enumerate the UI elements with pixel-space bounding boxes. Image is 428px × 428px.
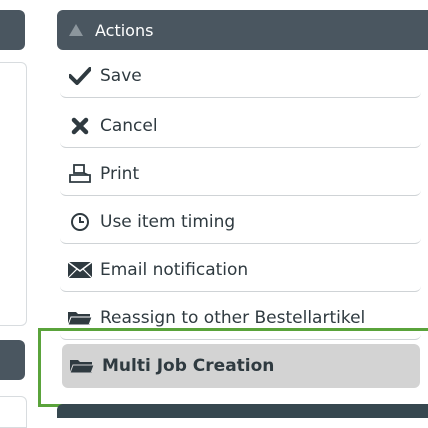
- clock-icon: [66, 211, 94, 233]
- cancel-action[interactable]: Cancel: [60, 104, 421, 148]
- print-label: Print: [100, 163, 140, 184]
- left-panel-tab-bottom[interactable]: [0, 340, 25, 380]
- left-panel-tab-top[interactable]: [0, 10, 25, 50]
- save-action[interactable]: Save: [60, 54, 421, 98]
- checkmark-icon: [66, 65, 94, 87]
- next-panel-header[interactable]: [57, 404, 428, 418]
- use-item-timing-action[interactable]: Use item timing: [60, 200, 421, 244]
- actions-title: Actions: [95, 20, 154, 40]
- reassign-label: Reassign to other Bestellartikel: [100, 307, 366, 328]
- selection-highlight: [38, 328, 428, 407]
- x-icon: [66, 115, 94, 137]
- use-item-timing-label: Use item timing: [100, 211, 236, 232]
- actions-header[interactable]: Actions: [57, 10, 428, 50]
- left-panel: [0, 62, 27, 326]
- envelope-icon: [66, 259, 94, 281]
- email-notification-action[interactable]: Email notification: [60, 248, 421, 292]
- print-action[interactable]: Print: [60, 152, 421, 196]
- email-notification-label: Email notification: [100, 259, 249, 280]
- left-panel-bottom: [0, 396, 27, 428]
- printer-icon: [66, 163, 94, 185]
- folder-icon: [66, 307, 94, 329]
- triangle-up-icon: [69, 22, 87, 38]
- save-label: Save: [100, 65, 142, 86]
- cancel-label: Cancel: [100, 115, 158, 136]
